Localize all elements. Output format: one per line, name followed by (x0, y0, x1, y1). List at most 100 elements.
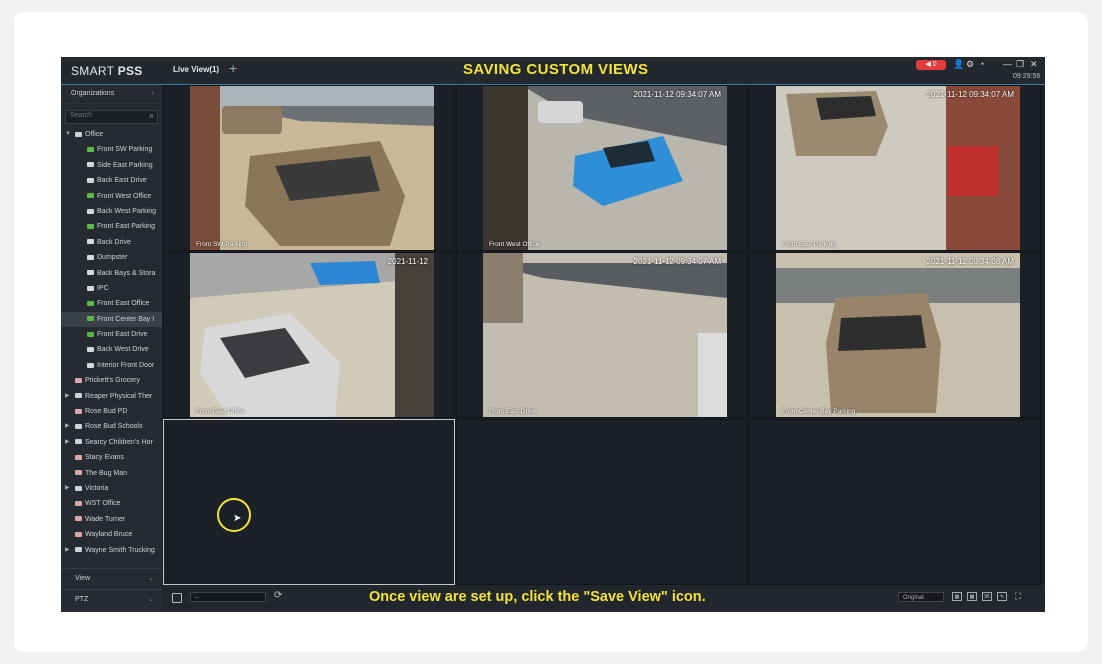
expand-right-icon[interactable]: ▶ (65, 481, 70, 496)
video-cell[interactable]: 2021-11-12 09:34:08 AM Front Center Bay … (749, 252, 1041, 418)
tree-node[interactable]: ▶ Victoria (61, 481, 162, 496)
video-cell[interactable]: 2021-11-12 09:34:07 AM Front West Office (456, 85, 748, 251)
tree-node[interactable]: Front West Office (61, 189, 162, 204)
add-tab-button[interactable]: + (229, 60, 237, 76)
tree-node[interactable]: WST Office (61, 496, 162, 511)
tree-node[interactable]: IPC (61, 281, 162, 296)
tree-node[interactable]: Front East Parking (61, 219, 162, 234)
gear-icon[interactable]: ⚙ (966, 59, 974, 70)
expand-right-icon[interactable]: ▶ (65, 543, 70, 558)
expand-right-icon[interactable]: ▶ (65, 389, 70, 404)
tree-node[interactable]: Back Drive (61, 235, 162, 250)
tree-node[interactable]: ▼ Office (61, 127, 162, 142)
camera-icon (87, 285, 94, 291)
tree-node[interactable]: Prickett's Grocery (61, 373, 162, 388)
tree-node[interactable]: Wayland Bruce (61, 527, 162, 542)
group-icon (75, 470, 82, 476)
tree-node-label: Back West Drive (97, 346, 149, 354)
mouse-cursor-icon: ➤ (233, 513, 242, 524)
camera-feed: 2021-11-12 09:34:07 AM Front East Drive (483, 253, 727, 417)
camera-feed: Front SW Parking (190, 86, 434, 250)
camera-online-icon (87, 331, 94, 337)
video-cell[interactable]: Front SW Parking (163, 85, 455, 251)
camera-online-icon (87, 193, 94, 199)
layout-1-icon[interactable]: ▦ (952, 592, 962, 601)
group-icon (75, 531, 82, 537)
tree-node[interactable]: Interior Front Door (61, 358, 162, 373)
device-icon (75, 424, 82, 430)
ptz-panel-toggle[interactable]: PTZ ⌄ (61, 589, 162, 609)
camera-label: Front East Office (196, 408, 245, 415)
camera-label: Front SW Parking (196, 241, 248, 248)
tree-node[interactable]: Front Center Bay I (61, 311, 162, 328)
stream-select[interactable]: Original (898, 592, 944, 602)
tree-node[interactable]: Rose Bud PD (61, 404, 162, 419)
camera-image (776, 86, 1020, 250)
tree-node[interactable]: Front SW Parking (61, 142, 162, 157)
video-cell[interactable]: 2021-11-12 09:34:07 AM Front East Drive (456, 252, 748, 418)
video-grid: Front SW Parking 2021-11-12 09:34:07 AM … (163, 85, 1043, 585)
tree-node[interactable]: The Bug Man (61, 466, 162, 481)
restore-icon[interactable]: ❐ (1016, 59, 1024, 70)
tree-node[interactable]: ▶ Reaper Physical Ther (61, 389, 162, 404)
edit-icon[interactable]: ✎ (997, 592, 1007, 601)
alarm-badge[interactable]: ◀ 0 (916, 60, 946, 70)
tree-node[interactable]: ▶ Rose Bud Schools (61, 419, 162, 434)
camera-icon (87, 162, 94, 168)
tree-node-label: Wayne Smith Trucking (85, 546, 155, 554)
view-select[interactable]: -- (190, 592, 266, 602)
tree-node[interactable]: Back East Drive (61, 173, 162, 188)
device-icon (75, 393, 82, 399)
minimize-icon[interactable]: — (1003, 59, 1012, 69)
tab-live-view[interactable]: Live View(1) (173, 65, 219, 74)
close-icon[interactable]: ✕ (1030, 59, 1038, 70)
camera-timestamp: 2021-11-12 09:34:08 AM (926, 257, 1014, 266)
fullscreen-icon[interactable]: ⛶ (1013, 592, 1023, 601)
video-cell[interactable]: 2021-11-12 Front East Office (163, 252, 455, 418)
tree-node-label: Rose Bud Schools (85, 423, 143, 431)
tree-node-label: Back Drive (97, 238, 131, 246)
tree-node[interactable]: ▶ Searcy Children's Hor (61, 435, 162, 450)
user-icon[interactable]: 👤 (953, 59, 964, 70)
video-cell-empty[interactable] (749, 419, 1041, 585)
expand-down-icon[interactable]: ▼ (65, 127, 71, 142)
tree-node-label: Side East Parking (97, 161, 153, 169)
expand-right-icon[interactable]: ▶ (65, 419, 70, 434)
expand-right-icon[interactable]: ▶ (65, 435, 70, 450)
tree-node[interactable]: Dumpster (61, 250, 162, 265)
chevron-down-icon: ⌄ (148, 596, 154, 603)
search-icon[interactable]: ⌕ (149, 110, 154, 121)
video-cell-empty-selected[interactable] (163, 419, 455, 585)
tree-node-label: Rose Bud PD (85, 408, 128, 416)
tree-node[interactable]: ▶ Wayne Smith Trucking (61, 543, 162, 558)
tree-node[interactable]: Back Bays & Stora (61, 266, 162, 281)
device-icon (75, 485, 82, 491)
search-input[interactable]: Search ⌕ (65, 110, 158, 124)
refresh-icon[interactable]: ⟳ (274, 590, 282, 601)
tree-node[interactable]: Back West Parking (61, 204, 162, 219)
tree-node[interactable]: Wade Turner (61, 512, 162, 527)
tree-node[interactable]: Side East Parking (61, 158, 162, 173)
save-view-icon[interactable] (172, 593, 182, 603)
tree-node[interactable]: Front East Drive (61, 327, 162, 342)
tree-node-label: Prickett's Grocery (85, 377, 141, 385)
app-logo: SMART PSS (71, 64, 143, 78)
video-cell[interactable]: 2021-11-12 09:34:07 AM Front East Parkin… (749, 85, 1041, 251)
tree-node-label: IPC (97, 284, 109, 292)
video-cell-empty[interactable] (456, 419, 748, 585)
view-panel-toggle[interactable]: View ⌄ (61, 568, 162, 588)
tree-node[interactable]: Stacy Evans (61, 450, 162, 465)
camera-feed: 2021-11-12 09:34:07 AM Front East Parkin… (776, 86, 1020, 250)
tree-node[interactable]: Front East Office (61, 296, 162, 311)
camera-icon (87, 347, 94, 353)
tree-node[interactable]: Back West Drive (61, 342, 162, 357)
fullscreen-ratio-icon[interactable]: 96 (982, 592, 992, 601)
sidebar: Organizations › Search ⌕ ▼ Office Front SW … (61, 85, 162, 612)
organizations-header[interactable]: Organizations › (61, 85, 162, 104)
tree-node-label: Front East Drive (97, 331, 148, 339)
camera-icon (87, 177, 94, 183)
gauge-icon[interactable]: ◔ (979, 59, 984, 69)
tree-node-label: Dumpster (97, 254, 128, 262)
layout-grid-icon[interactable]: ▦ (967, 592, 977, 601)
tree-node-label: Back East Drive (97, 177, 147, 185)
